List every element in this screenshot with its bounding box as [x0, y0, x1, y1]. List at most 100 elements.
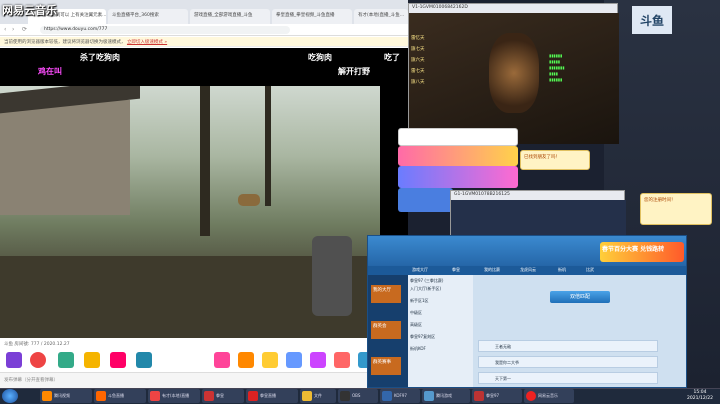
- tab-3[interactable]: 游戏直播_全部游戏直播_斗鱼: [190, 9, 270, 24]
- app-icon: [382, 391, 392, 401]
- netease-music-icon: [526, 391, 536, 401]
- lobby-side-menu: 我的大厅 群英会 群英赛事: [368, 275, 408, 387]
- gift-icon[interactable]: [84, 352, 100, 368]
- tab-2[interactable]: 斗鱼直播平台_360搜索: [108, 9, 188, 24]
- tab-dragon-tiger[interactable]: 龙虎风云: [520, 267, 536, 274]
- gift-icon[interactable]: [6, 352, 22, 368]
- event-banner[interactable]: 春节百分大赛 兑钱路转: [600, 242, 684, 262]
- taskbar-item[interactable]: KOF97: [380, 389, 420, 403]
- taskbar-item[interactable]: OBS: [338, 389, 378, 403]
- player-name: 旗六天: [411, 58, 425, 63]
- room-item[interactable]: 街机KOF: [410, 346, 426, 352]
- notification-card[interactable]: [398, 128, 518, 146]
- window-title: G1-1GVM01078B216125: [451, 191, 624, 200]
- start-button[interactable]: [2, 389, 18, 403]
- danmu-message: 吃狗肉: [308, 53, 332, 62]
- chat-popup[interactable]: 已找到朋友了吗！: [520, 150, 590, 170]
- back-icon[interactable]: ‹: [4, 26, 6, 33]
- tab-5[interactable]: 有才(本地)直播_斗鱼...: [354, 9, 408, 24]
- danmu-message: 解开打野: [338, 67, 370, 76]
- gift-icon[interactable]: [262, 352, 278, 368]
- taskbar-item[interactable]: 有才(本地)直播: [148, 389, 200, 403]
- gift-icon[interactable]: [58, 352, 74, 368]
- taskbar-item[interactable]: 腾讯视频: [40, 389, 92, 403]
- player-name: 雷忆天: [411, 36, 425, 41]
- gift-icon[interactable]: [110, 352, 126, 368]
- player-row[interactable]: 天下第一: [478, 372, 658, 384]
- menu-hero-events[interactable]: 群英赛事: [371, 357, 401, 375]
- menu-my-lobby[interactable]: 我的大厅: [371, 285, 401, 303]
- video-tree: [200, 86, 210, 236]
- game-screen[interactable]: 雷忆天 旗七天 旗六天 雷七天 旗八天 ▮▮▮▮▮▮ ▮▮▮▮▮ ▮▮▮▮▮▮▮ ▮▮…: [409, 13, 619, 144]
- tab-4[interactable]: 拳皇直播_拳皇视频_斗鱼直播: [272, 9, 352, 24]
- player-name: 王者无敌: [495, 344, 511, 349]
- room-item[interactable]: 拳皇97 (三拳比赛): [410, 278, 443, 284]
- system-clock[interactable]: 15:04 2021/12/22: [682, 389, 718, 403]
- taskbar-item[interactable]: 拳皇97: [472, 389, 522, 403]
- gift-icon[interactable]: [136, 352, 152, 368]
- room-item[interactable]: 拳皇97复刻区: [410, 334, 435, 340]
- video-house: [0, 100, 130, 215]
- match-button[interactable]: 双倍匹配: [550, 291, 610, 303]
- tab-my-match[interactable]: 我的比赛: [484, 267, 500, 274]
- room-item[interactable]: 新手区1区: [410, 298, 429, 304]
- chat-popup[interactable]: 您的注册时间！: [640, 193, 712, 225]
- room-item[interactable]: 中级区: [410, 310, 422, 316]
- douyu-logo: 斗鱼: [632, 6, 672, 34]
- app-icon: [424, 391, 434, 401]
- room-item[interactable]: 高级区: [410, 322, 422, 328]
- promo-banner[interactable]: [398, 146, 518, 166]
- gift-icon[interactable]: [30, 352, 46, 368]
- gift-icon[interactable]: [214, 352, 230, 368]
- player-list: 雷忆天 旗七天 旗六天 雷七天 旗八天: [411, 33, 461, 88]
- tab-duel[interactable]: 比武: [586, 267, 594, 274]
- url-input[interactable]: https://www.douyu.com/777: [40, 26, 290, 34]
- taskbar-item[interactable]: 拳皇直播: [246, 389, 298, 403]
- lobby-header: 春节百分大赛 兑钱路转: [368, 236, 686, 266]
- character-sprite: [489, 33, 539, 113]
- switch-mode-link[interactable]: 立即切入极速模式 »: [127, 40, 167, 45]
- forward-icon[interactable]: ›: [12, 26, 14, 33]
- notice-text: 当前使用的浏览器版本较低，建议将浏览器切换为极速模式，: [4, 40, 126, 45]
- app-icon: [248, 391, 258, 401]
- danmu-message: 鸡在叫: [38, 67, 62, 76]
- clock-date: 2021/12/22: [687, 396, 713, 401]
- player-row[interactable]: 我是你二大爷: [478, 356, 658, 368]
- player-row[interactable]: 王者无敌: [478, 340, 658, 352]
- player-name: 我是你二大爷: [495, 360, 519, 365]
- tab-kof[interactable]: 拳皇: [452, 267, 460, 274]
- video-gas-tank: [312, 236, 352, 316]
- game-lobby-window[interactable]: 春节百分大赛 兑钱路转 游戏大厅 拳皇 我的比赛 龙虎风云 街机 比武 我的大厅…: [367, 235, 687, 388]
- game-window-1[interactable]: V1-1GVM01006842162D 雷忆天 旗七天 旗六天 雷七天 旗八天 …: [408, 3, 619, 144]
- gift-icon[interactable]: [286, 352, 302, 368]
- app-icon: [42, 391, 52, 401]
- netease-music-lyric: 网易云音乐: [2, 4, 57, 17]
- promo-banner[interactable]: [398, 188, 453, 212]
- taskbar-item[interactable]: 腾讯游戏: [422, 389, 470, 403]
- taskbar-item[interactable]: 斗鱼直播: [94, 389, 146, 403]
- danmu-message: 杀了吃狗肉: [80, 53, 120, 62]
- stream-video[interactable]: [0, 86, 380, 338]
- compat-notice: 当前使用的浏览器版本较低，建议将浏览器切换为极速模式， 立即切入极速模式 »: [0, 37, 408, 47]
- tab-arcade[interactable]: 街机: [558, 267, 566, 274]
- taskbar-item[interactable]: 文件: [300, 389, 336, 403]
- room-info: 斗鱼 房间號: 777 / 2020.12.27: [0, 338, 408, 350]
- gift-icon[interactable]: [238, 352, 254, 368]
- video-tree: [265, 86, 271, 206]
- app-icon: [474, 391, 484, 401]
- gift-icon[interactable]: [334, 352, 350, 368]
- menu-heroes[interactable]: 群英会: [371, 321, 401, 339]
- danmu-message: 吃了: [384, 53, 400, 62]
- room-item[interactable]: 入门大厅(新手区): [410, 286, 441, 292]
- danmu-input[interactable]: 发布弹幕（分开查看弹幕）: [0, 372, 408, 388]
- app-icon: [96, 391, 106, 401]
- taskbar-item[interactable]: 网易云音乐: [524, 389, 574, 403]
- browser-window: 1 白中间 翻到可以 上有关注翼元素... 斗鱼直播平台_360搜索 游戏直播_…: [0, 0, 408, 392]
- gift-icon[interactable]: [310, 352, 326, 368]
- taskbar-item[interactable]: 拳皇: [202, 389, 244, 403]
- player-name: 旗八天: [411, 80, 425, 85]
- refresh-icon[interactable]: ⟳: [22, 26, 27, 33]
- promo-banner[interactable]: [398, 166, 518, 188]
- tab-lobby[interactable]: 游戏大厅: [412, 267, 428, 274]
- player-name: 天下第一: [495, 376, 511, 381]
